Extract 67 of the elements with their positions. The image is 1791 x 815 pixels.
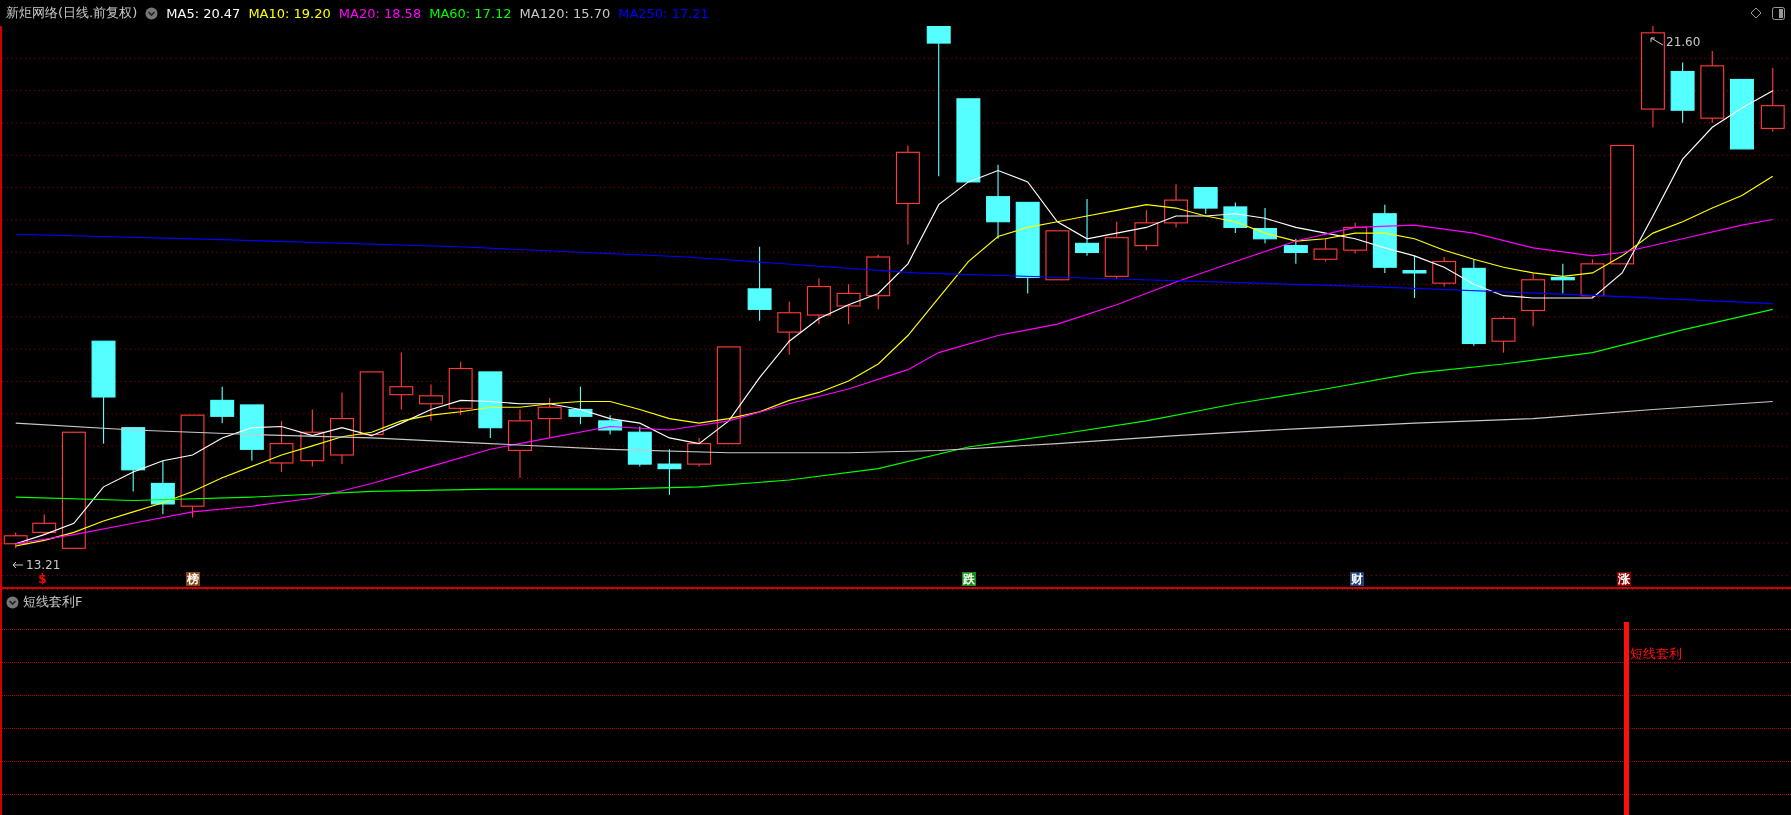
indicator-title: 短线套利F	[23, 593, 83, 611]
candlestick	[1521, 272, 1546, 327]
candlestick	[537, 397, 562, 439]
candlestick	[627, 426, 652, 467]
candlestick	[269, 420, 294, 473]
candlestick	[1491, 315, 1516, 354]
candlestick	[478, 371, 503, 439]
candlestick	[836, 283, 861, 325]
candlestick	[1253, 207, 1277, 244]
candlestick	[568, 386, 593, 425]
candlestick	[121, 427, 146, 492]
candlestick	[1550, 263, 1575, 294]
candlestick	[866, 254, 891, 310]
candlestick	[598, 414, 623, 436]
low-price-label: 13.21	[26, 558, 61, 572]
arrow-icon	[12, 561, 24, 569]
candlestick	[1223, 201, 1248, 234]
candlestick	[359, 371, 384, 436]
candlestick	[239, 404, 264, 462]
signal-label: 短线套利	[1630, 645, 1682, 663]
arrow-icon	[1650, 37, 1664, 47]
moving-average-value: MA10: 19.20	[248, 5, 331, 21]
signal-tag: 财	[1349, 572, 1364, 586]
candlestick	[1580, 258, 1605, 299]
candlestick	[389, 352, 414, 411]
candlestick	[1134, 209, 1159, 251]
candlestick	[3, 531, 28, 549]
candlestick	[806, 278, 831, 325]
candlestick	[1432, 256, 1457, 288]
candlestick	[1283, 238, 1308, 265]
candlestick	[1402, 255, 1427, 299]
signal-tag: 涨	[1616, 572, 1631, 586]
signal-tag: 跌	[962, 572, 977, 586]
signal-tag: 榜	[185, 572, 200, 586]
signal-mark: $	[37, 572, 48, 586]
candlestick	[508, 408, 532, 479]
candlestick	[419, 383, 443, 422]
candlestick	[32, 513, 57, 536]
high-price-label: 21.60	[1666, 35, 1701, 49]
candlestick	[210, 386, 235, 424]
candlestick	[300, 408, 325, 467]
candlestick	[1729, 78, 1754, 150]
dropdown-icon[interactable]	[6, 595, 19, 609]
candlestick	[687, 437, 712, 467]
moving-average-value: MA120: 15.70	[519, 5, 611, 21]
candlestick	[1343, 222, 1368, 255]
moving-average-value: MA60: 17.12	[429, 5, 512, 21]
candlestick	[1164, 183, 1188, 228]
candlestick	[448, 361, 473, 416]
moving-average-value: MA20: 18.58	[338, 5, 422, 21]
panel-toggle-icon[interactable]	[1772, 6, 1785, 20]
candlestick	[1670, 61, 1695, 124]
candlestick	[1045, 230, 1070, 281]
stock-title: 新炬网络(日线.前复权)	[6, 4, 138, 22]
candlestick	[1193, 187, 1218, 215]
candlestick	[1104, 221, 1129, 280]
candlestick	[150, 460, 175, 515]
candlestick	[777, 300, 802, 356]
diamond-icon[interactable]	[1750, 7, 1762, 19]
candlestick	[1075, 198, 1099, 257]
dropdown-icon[interactable]	[145, 6, 159, 20]
candlestick	[1372, 204, 1397, 274]
candlestick	[657, 448, 682, 496]
candlestick	[1760, 67, 1785, 133]
moving-average-value: MA5: 20.47	[166, 5, 241, 21]
candlestick	[1313, 238, 1338, 263]
moving-average-value: MA250: 17.21	[618, 5, 709, 21]
